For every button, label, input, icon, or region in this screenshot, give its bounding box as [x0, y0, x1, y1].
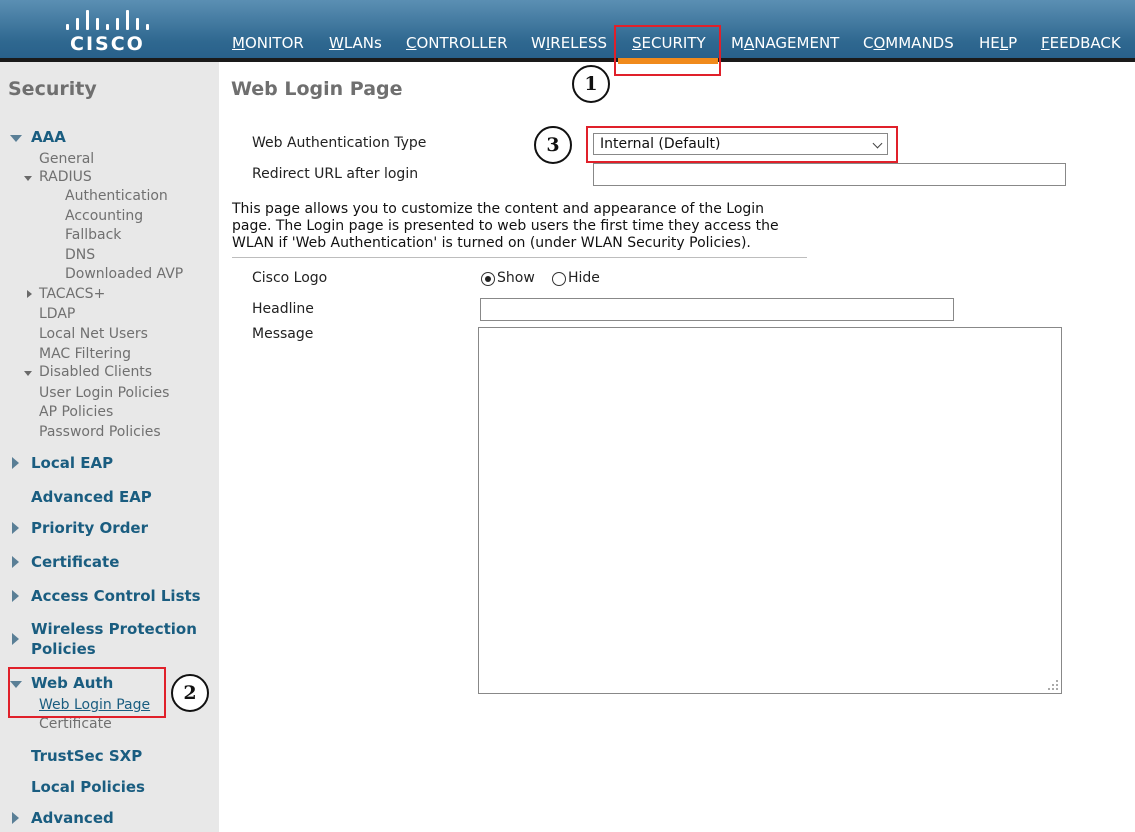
show-radio-label[interactable]: Show	[497, 270, 535, 286]
sidebar-item-dns[interactable]: DNS	[65, 247, 95, 263]
expanded-triangle-icon[interactable]	[24, 176, 32, 181]
marker-3: 3	[534, 126, 572, 164]
page-description: This page allows you to customize the co…	[232, 201, 779, 251]
sidebar-item-wireless-protection-line2[interactable]: Policies	[31, 640, 96, 658]
page-title: Web Login Page	[231, 78, 403, 100]
cisco-bars-icon	[66, 6, 149, 30]
collapsed-triangle-icon[interactable]	[12, 457, 19, 469]
sidebar-item-mac-filtering[interactable]: MAC Filtering	[39, 346, 131, 362]
expanded-triangle-icon[interactable]	[10, 135, 22, 142]
sidebar-item-fallback[interactable]: Fallback	[65, 227, 121, 243]
collapsed-triangle-icon[interactable]	[12, 590, 19, 602]
web-auth-type-label: Web Authentication Type	[252, 135, 427, 151]
resize-grip-icon[interactable]	[1048, 680, 1058, 690]
hide-radio-label[interactable]: Hide	[568, 270, 600, 286]
nav-management[interactable]: MANAGEMENT	[731, 34, 839, 52]
sidebar-item-local-net-users[interactable]: Local Net Users	[39, 326, 148, 342]
collapsed-triangle-icon[interactable]	[12, 522, 19, 534]
sidebar-item-advanced[interactable]: Advanced	[31, 809, 114, 827]
sidebar-item-wireless-protection-line1[interactable]: Wireless Protection	[31, 620, 197, 638]
show-radio[interactable]	[481, 272, 495, 286]
sidebar-item-trustsec-sxp[interactable]: TrustSec SXP	[31, 747, 142, 765]
sidebar-item-disabled-clients[interactable]: Disabled Clients	[39, 364, 152, 380]
sidebar-item-password-policies[interactable]: Password Policies	[39, 424, 161, 440]
message-textarea[interactable]	[478, 327, 1062, 694]
cisco-wordmark: CISCO	[70, 33, 145, 55]
nav-feedback[interactable]: FEEDBACK	[1041, 34, 1121, 52]
nav-commands[interactable]: COMMANDS	[863, 34, 954, 52]
headline-input[interactable]	[480, 298, 954, 321]
nav-controller[interactable]: CONTROLLER	[406, 34, 508, 52]
sidebar-item-general[interactable]: General	[39, 151, 94, 167]
nav-monitor[interactable]: MONITOR	[232, 34, 304, 52]
collapsed-triangle-icon[interactable]	[12, 633, 19, 645]
collapsed-triangle-icon[interactable]	[27, 290, 32, 298]
sidebar-item-accounting[interactable]: Accounting	[65, 208, 143, 224]
sidebar-item-local-policies[interactable]: Local Policies	[31, 778, 145, 796]
marker-2: 2	[171, 674, 209, 712]
sidebar-item-local-eap[interactable]: Local EAP	[31, 454, 113, 472]
sidebar-item-web-auth-certificate[interactable]: Certificate	[39, 716, 112, 732]
sidebar-item-certificate[interactable]: Certificate	[31, 553, 119, 571]
nav-wireless[interactable]: WIRELESS	[531, 34, 607, 52]
expanded-triangle-icon[interactable]	[24, 371, 32, 376]
sidebar-item-ap-policies[interactable]: AP Policies	[39, 404, 113, 420]
hide-radio[interactable]	[552, 272, 566, 286]
redirect-url-label: Redirect URL after login	[252, 166, 419, 182]
sidebar-item-radius[interactable]: RADIUS	[39, 169, 92, 185]
cisco-logo-label: Cisco Logo	[252, 270, 328, 286]
sidebar-title: Security	[8, 78, 97, 100]
cisco-logo: CISCO	[62, 6, 152, 56]
nav-help[interactable]: HELP	[979, 34, 1017, 52]
highlight-box-web-auth	[8, 667, 166, 718]
highlight-box-web-auth-type	[586, 126, 898, 163]
collapsed-triangle-icon[interactable]	[12, 556, 19, 568]
sidebar-item-ldap[interactable]: LDAP	[39, 306, 75, 322]
collapsed-triangle-icon[interactable]	[12, 812, 19, 824]
sidebar-item-access-control-lists[interactable]: Access Control Lists	[31, 587, 201, 605]
highlight-box-security	[614, 25, 721, 76]
divider	[232, 257, 807, 258]
sidebar-item-priority-order[interactable]: Priority Order	[31, 519, 148, 537]
redirect-url-input[interactable]	[593, 163, 1066, 186]
sidebar-item-advanced-eap[interactable]: Advanced EAP	[31, 488, 152, 506]
nav-wlans[interactable]: WLANs	[329, 34, 382, 52]
sidebar-item-aaa[interactable]: AAA	[31, 128, 66, 146]
headline-label: Headline	[252, 301, 314, 317]
marker-1: 1	[572, 65, 610, 103]
sidebar-item-downloaded-avp[interactable]: Downloaded AVP	[65, 266, 183, 282]
message-label: Message	[252, 326, 314, 342]
sidebar-item-user-login-policies[interactable]: User Login Policies	[39, 385, 169, 401]
sidebar-item-authentication[interactable]: Authentication	[65, 188, 168, 204]
sidebar-item-tacacs[interactable]: TACACS+	[39, 286, 105, 302]
